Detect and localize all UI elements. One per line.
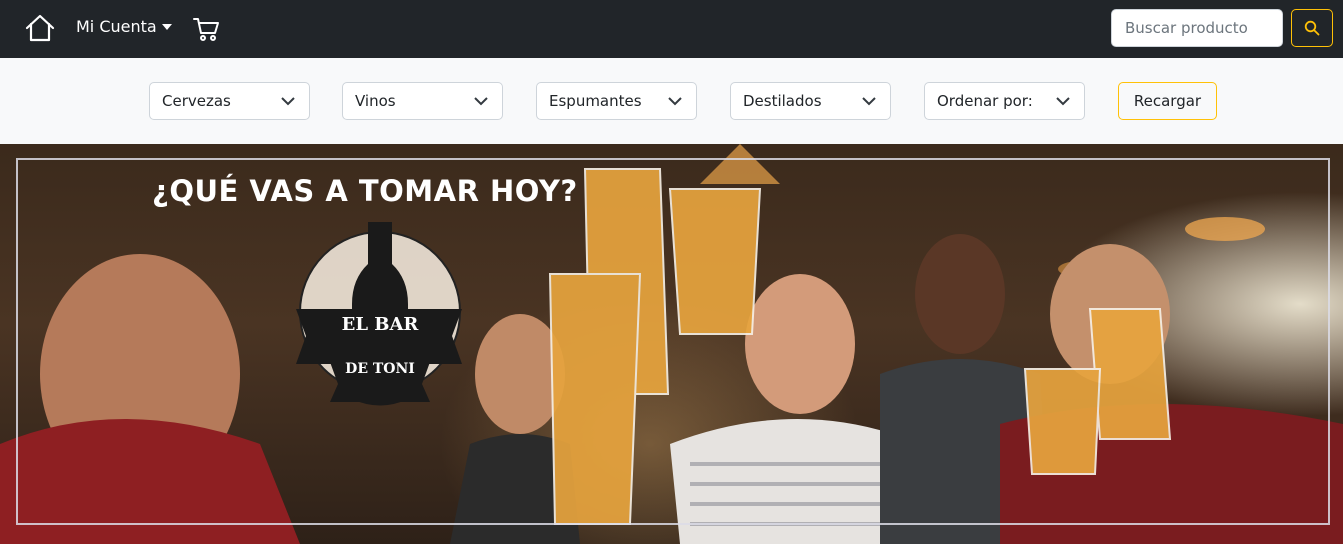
logo-text-line2: DE TONI [345,361,415,377]
caret-down-icon [161,23,172,30]
hero-title: ¿QUÉ VAS A TOMAR HOY? [152,174,578,208]
hero-banner: ¿QUÉ VAS A TOMAR HOY? EL BAR DE TONI [0,144,1343,544]
account-label: Mi Cuenta [76,17,157,36]
home-icon[interactable] [24,13,56,43]
account-dropdown[interactable]: Mi Cuenta [76,17,172,36]
select-label: Cervezas [162,92,231,110]
chevron-down-icon [862,97,876,106]
search-button[interactable] [1291,9,1333,47]
reload-button[interactable]: Recargar [1118,82,1217,120]
chevron-down-icon [668,97,682,106]
select-label: Destilados [743,92,822,110]
category-select-sparkling[interactable]: Espumantes [536,82,697,120]
category-select-wines[interactable]: Vinos [342,82,503,120]
category-select-spirits[interactable]: Destilados [730,82,891,120]
chevron-down-icon [474,97,488,106]
sort-select[interactable]: Ordenar por: [924,82,1085,120]
search-icon [1304,20,1320,36]
filter-bar: Cervezas Vinos Espumantes Destilados Ord… [0,58,1343,144]
logo-text-line1: EL BAR [341,314,419,335]
select-label: Vinos [355,92,396,110]
select-label: Espumantes [549,92,642,110]
select-label: Ordenar por: [937,92,1033,110]
cart-icon[interactable] [192,15,220,43]
chevron-down-icon [1056,97,1070,106]
chevron-down-icon [281,97,295,106]
top-navbar: Mi Cuenta [0,0,1343,58]
search-input[interactable] [1111,9,1283,47]
category-select-beers[interactable]: Cervezas [149,82,310,120]
hero-frame [16,158,1330,525]
